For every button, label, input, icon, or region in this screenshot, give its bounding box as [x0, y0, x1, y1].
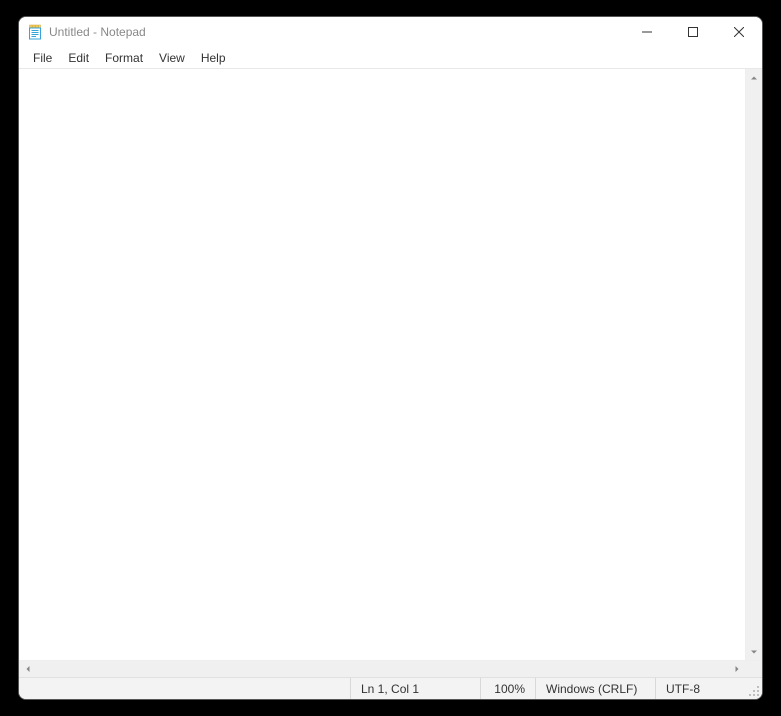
menu-edit[interactable]: Edit — [60, 49, 97, 67]
scroll-down-icon[interactable] — [746, 643, 762, 660]
menu-file[interactable]: File — [25, 49, 60, 67]
scroll-up-icon[interactable] — [746, 69, 762, 86]
menu-format[interactable]: Format — [97, 49, 151, 67]
status-spacer — [19, 678, 350, 699]
notepad-icon — [27, 24, 43, 40]
resize-grip-icon[interactable] — [745, 678, 762, 699]
scroll-right-icon[interactable] — [728, 661, 745, 677]
titlebar[interactable]: Untitled - Notepad — [19, 17, 762, 47]
menubar: File Edit Format View Help — [19, 47, 762, 69]
scroll-left-icon[interactable] — [19, 661, 36, 677]
horizontal-scroll-track[interactable] — [36, 661, 728, 677]
vertical-scrollbar[interactable] — [745, 69, 762, 660]
scroll-corner — [745, 661, 762, 678]
window-controls — [624, 17, 762, 47]
menu-help[interactable]: Help — [193, 49, 234, 67]
minimize-button[interactable] — [624, 17, 670, 47]
maximize-button[interactable] — [670, 17, 716, 47]
editor-area — [19, 69, 762, 660]
status-zoom: 100% — [480, 678, 535, 699]
notepad-window: Untitled - Notepad File Edit Format View… — [18, 16, 763, 700]
window-title: Untitled - Notepad — [49, 25, 624, 39]
statusbar: Ln 1, Col 1 100% Windows (CRLF) UTF-8 — [19, 677, 762, 699]
vertical-scroll-track[interactable] — [746, 86, 762, 643]
text-editor[interactable] — [19, 69, 745, 660]
horizontal-scroll-row — [19, 660, 762, 677]
status-line-ending: Windows (CRLF) — [535, 678, 655, 699]
status-cursor-position: Ln 1, Col 1 — [350, 678, 480, 699]
menu-view[interactable]: View — [151, 49, 193, 67]
close-button[interactable] — [716, 17, 762, 47]
horizontal-scrollbar[interactable] — [19, 661, 745, 677]
status-encoding: UTF-8 — [655, 678, 745, 699]
